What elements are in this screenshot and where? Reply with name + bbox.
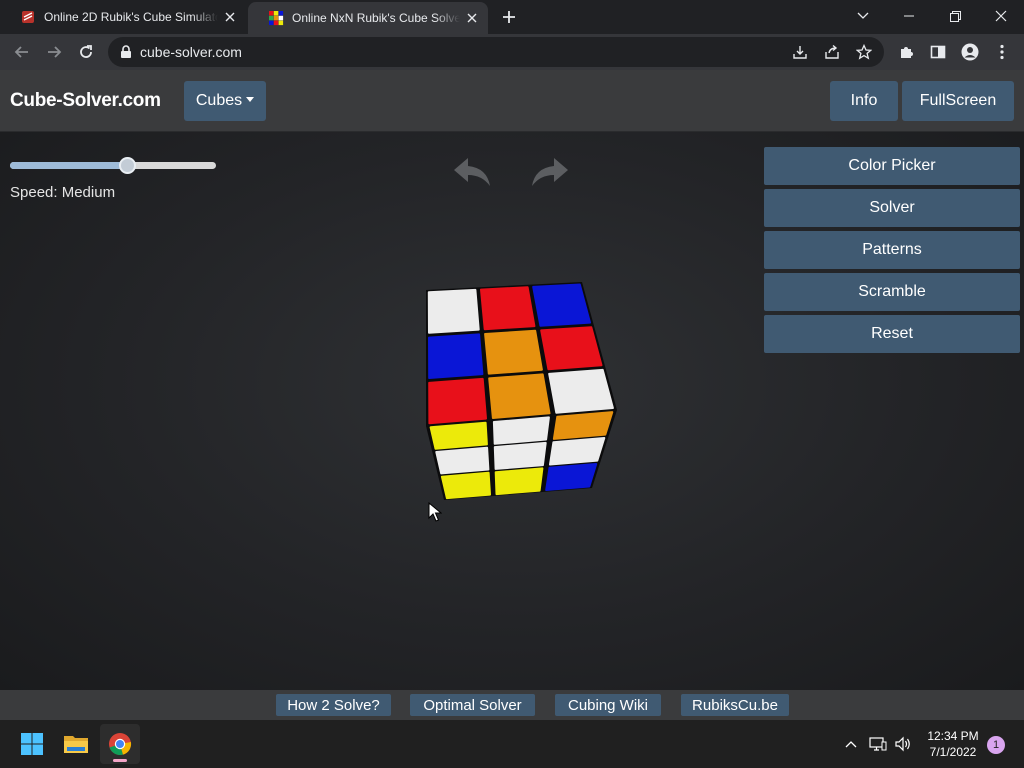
cube-sticker [545,463,598,491]
cube-front-face [426,282,617,426]
install-icon[interactable] [792,44,808,60]
cube-sticker [428,333,484,379]
url-text: cube-solver.com [140,44,242,60]
fullscreen-button[interactable]: FullScreen [902,81,1014,121]
address-bar[interactable]: cube-solver.com [108,37,884,67]
close-icon[interactable] [464,10,480,26]
minimize-button[interactable] [886,0,932,32]
browser-menu-icon[interactable] [992,42,1012,62]
notification-badge[interactable]: 1 [987,736,1005,754]
redo-arrow-icon[interactable] [528,156,570,190]
rubikscube-link[interactable]: RubiksCu.be [681,694,789,716]
cube-sticker [484,329,543,375]
optimal-solver-link[interactable]: Optimal Solver [410,694,535,716]
arrow-right-icon [48,46,62,58]
windows-taskbar: 12:34 PM 7/1/2022 1 [0,720,1024,768]
file-explorer-button[interactable] [56,724,96,764]
cube-sticker [440,471,491,500]
chevron-down-icon [857,12,869,19]
lock-icon [121,45,131,58]
tab-search-button[interactable] [840,0,886,32]
cube-sticker [540,326,603,371]
profile-avatar-icon[interactable] [960,42,980,62]
start-button[interactable] [12,724,52,764]
new-tab-button[interactable] [498,6,520,28]
restore-button[interactable] [932,0,978,32]
cube-solver-favicon-icon [269,11,284,26]
windows-logo-icon [21,733,43,755]
arrow-left-icon [14,46,28,58]
solver-button[interactable]: Solver [764,189,1020,227]
cube-sticker [480,286,536,331]
cube-sticker [492,416,550,445]
tab-title: Online NxN Rubik's Cube Solver & Simulat… [292,11,460,25]
active-app-indicator [113,759,127,762]
minimize-icon [904,15,914,17]
chrome-taskbar-button[interactable] [100,724,140,764]
cube-sticker [428,377,487,425]
close-window-button[interactable] [978,0,1024,32]
taskbar-clock[interactable]: 12:34 PM 7/1/2022 [922,728,984,760]
cube-sticker [532,283,591,327]
side-panel-icon[interactable] [928,42,948,62]
mouse-cursor-icon [428,502,442,522]
info-button[interactable]: Info [830,81,898,121]
caret-down-icon [246,96,255,102]
cube-sticker [548,368,614,414]
reload-icon [80,45,92,58]
speed-slider[interactable] [10,157,216,174]
folder-icon [64,736,88,753]
cubes-dropdown-button[interactable]: Cubes [184,81,266,121]
site-navbar: Cube-Solver.com Cubes Info FullScreen [0,70,1024,132]
cube-sticker [488,373,551,419]
cube-sticker [435,446,490,475]
cube-2d-favicon-icon [22,11,34,23]
cube-sticker [427,288,480,334]
how-to-solve-link[interactable]: How 2 Solve? [276,694,391,716]
show-hidden-icons-chevron-icon[interactable] [841,734,861,754]
cubes-label: Cubes [195,92,243,109]
browser-tab-strip: Online 2D Rubik's Cube Simulator Online … [0,0,1024,34]
footer-links-bar: How 2 Solve? Optimal Solver Cubing Wiki … [0,690,1024,720]
cube-stage[interactable]: Speed: Medium Color Picker Solver Patter… [0,132,1024,690]
close-icon[interactable] [222,9,238,25]
tab-nxn-cube-solver[interactable]: Online NxN Rubik's Cube Solver & Simulat… [248,2,488,34]
cubing-wiki-link[interactable]: Cubing Wiki [555,694,661,716]
tab-2d-cube-simulator[interactable]: Online 2D Rubik's Cube Simulator [0,0,246,34]
back-button[interactable] [8,38,36,66]
close-icon [995,10,1007,22]
volume-icon[interactable] [893,734,913,754]
restore-icon [949,10,961,22]
cube-sticker [552,411,614,440]
plus-icon [503,11,515,23]
bookmark-star-icon[interactable] [856,44,872,60]
browser-toolbar: cube-solver.com [0,34,1024,70]
speed-label: Speed: Medium [10,184,116,201]
reset-button[interactable]: Reset [764,315,1020,353]
cube-sticker [494,467,544,496]
forward-button[interactable] [40,38,68,66]
tab-title: Online 2D Rubik's Cube Simulator [44,10,218,24]
clock-time: 12:34 PM [927,729,979,743]
slider-thumb[interactable] [119,157,137,174]
network-icon[interactable] [868,734,888,754]
cube-sticker [429,421,488,450]
rubiks-cube-3d[interactable] [410,278,630,508]
site-brand[interactable]: Cube-Solver.com [10,90,161,112]
extensions-icon[interactable] [896,42,916,62]
slider-fill [10,162,128,169]
share-icon[interactable] [824,44,840,60]
chrome-icon [109,733,132,756]
scramble-button[interactable]: Scramble [764,273,1020,311]
color-picker-button[interactable]: Color Picker [764,147,1020,185]
reload-button[interactable] [72,38,100,66]
cube-sticker [493,441,547,470]
patterns-button[interactable]: Patterns [764,231,1020,269]
undo-arrow-icon[interactable] [452,156,494,190]
cube-sticker [549,437,606,466]
clock-date: 7/1/2022 [929,745,977,759]
